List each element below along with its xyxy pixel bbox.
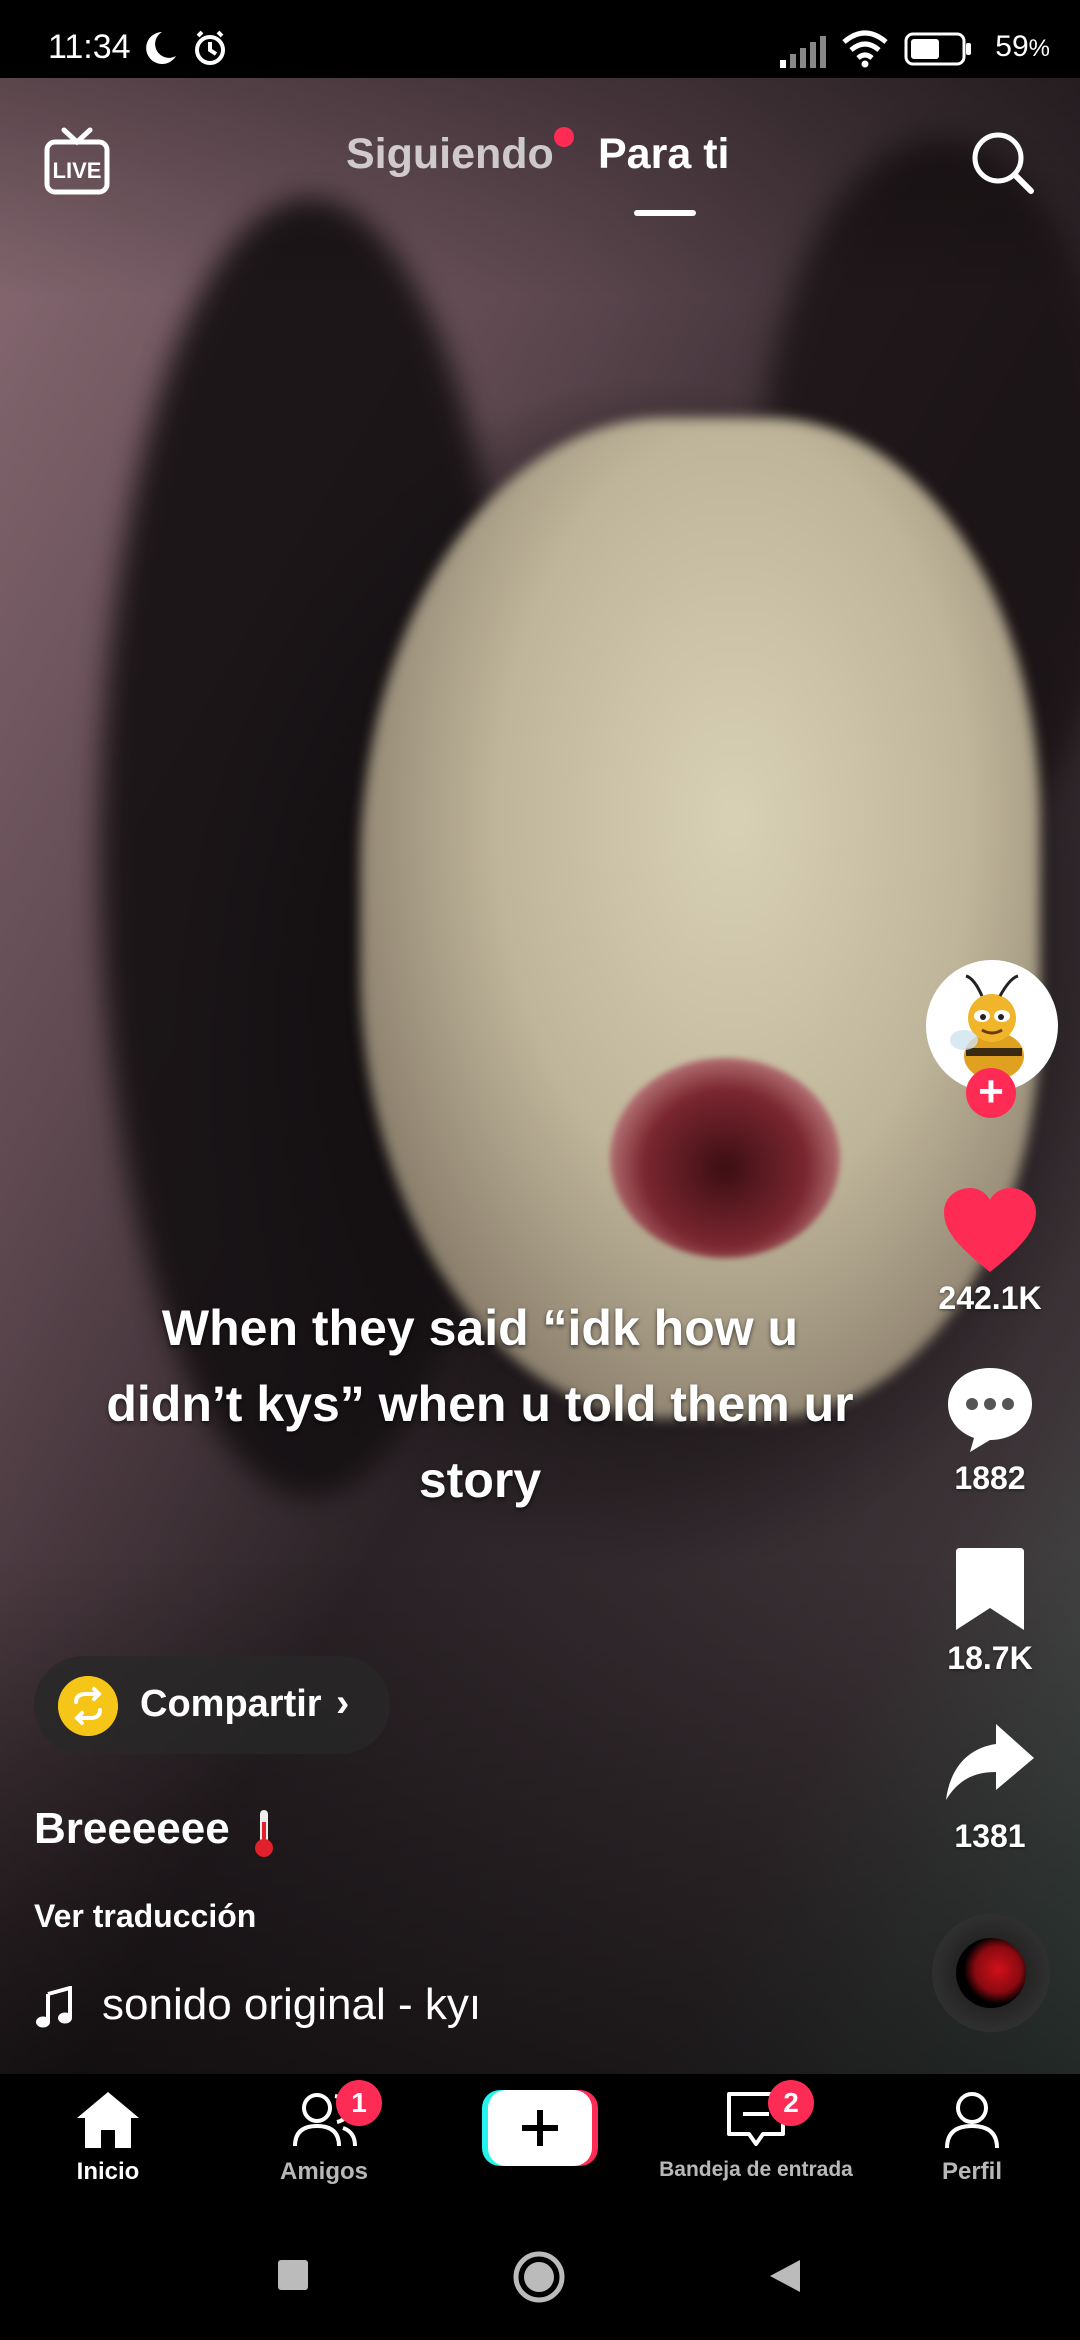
music-disc-icon <box>956 1938 1026 2008</box>
sound-title[interactable]: sonido original - kyı <box>102 1980 481 2030</box>
home-circle-icon[interactable] <box>512 2250 566 2304</box>
thermometer-icon <box>255 1810 273 1857</box>
tab-for-you[interactable]: Para ti <box>598 130 729 179</box>
video-frame-face <box>360 418 1040 1418</box>
nav-friends[interactable]: Amigos <box>234 2088 414 2186</box>
share-label: Compartir <box>140 1683 322 1725</box>
battery-icon <box>904 32 971 66</box>
nav-profile[interactable]: Perfil <box>882 2088 1062 2186</box>
heart-icon[interactable] <box>940 1186 1040 1276</box>
bookmark-icon[interactable] <box>940 1544 1040 1634</box>
search-icon[interactable] <box>968 128 1036 196</box>
creator-username[interactable]: Breeeeee <box>34 1804 230 1854</box>
wifi-icon <box>842 30 888 68</box>
video-caption: When they said “idk how u didn’t kys” wh… <box>106 1300 854 1508</box>
following-new-dot <box>554 127 574 147</box>
nav-home[interactable]: Inicio <box>18 2088 198 2186</box>
back-triangle-icon[interactable] <box>764 2256 804 2296</box>
nav-inbox[interactable]: Bandeja de entrada <box>650 2088 862 2182</box>
recents-square-icon[interactable] <box>276 2258 310 2292</box>
friends-badge: 1 <box>336 2080 382 2126</box>
moon-alarm-icon <box>146 30 225 65</box>
music-note-icon <box>36 1986 72 2028</box>
likes-count: 242.1K <box>938 1280 1042 1316</box>
inbox-badge: 2 <box>768 2080 814 2126</box>
profile-icon <box>945 2092 999 2149</box>
comment-icon[interactable] <box>940 1364 1040 1454</box>
live-tv-icon[interactable]: LIVE <box>44 126 110 196</box>
status-time: 11:34 <box>48 28 131 66</box>
share-arrow-icon[interactable] <box>940 1718 1040 1808</box>
chevron-right-icon: › <box>336 1681 350 1725</box>
repost-icon <box>58 1676 118 1736</box>
tab-following[interactable]: Siguiendo <box>346 130 554 179</box>
comments-count: 1882 <box>954 1460 1026 1496</box>
signal-icon <box>780 36 826 68</box>
status-bar: 11:34 59% <box>0 0 1080 78</box>
see-translation-link[interactable]: Ver traducción <box>34 1898 256 1935</box>
active-tab-indicator <box>634 210 696 216</box>
battery-percent: 59% <box>995 30 1050 63</box>
follow-plus-button[interactable]: + <box>966 1068 1016 1118</box>
create-plus-button[interactable] <box>482 2090 598 2166</box>
saves-count: 18.7K <box>947 1640 1033 1676</box>
shares-count: 1381 <box>954 1818 1026 1854</box>
svg-text:LIVE: LIVE <box>53 158 102 183</box>
video-player[interactable] <box>0 78 1080 2074</box>
home-icon <box>77 2092 139 2148</box>
